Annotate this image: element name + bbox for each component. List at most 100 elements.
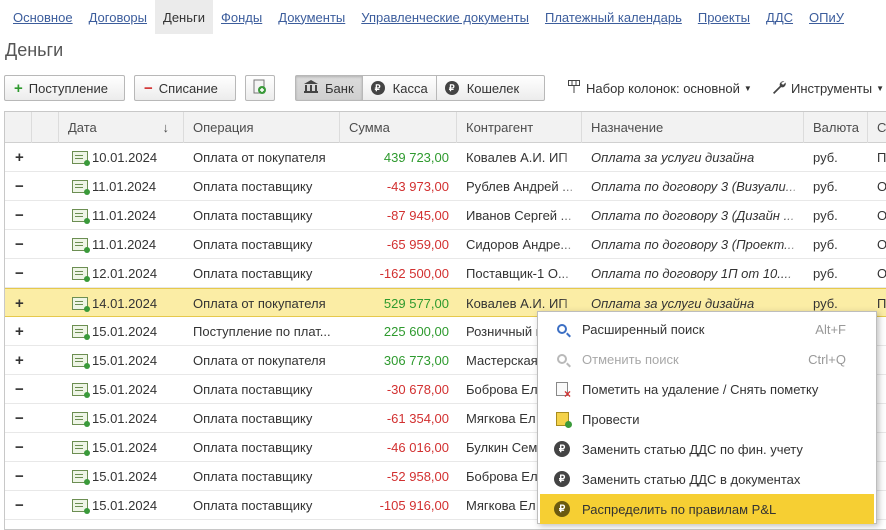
- cell-date: 15.01.2024: [92, 497, 158, 513]
- section-nav: Основное Договоры Деньги Фонды Документы…: [0, 0, 886, 34]
- wrench-icon: [772, 80, 786, 97]
- table-row[interactable]: −11.01.2024 Оплата поставщику -65 959,00 Си…: [5, 230, 886, 259]
- menu-item-replace-dds-fin[interactable]: ₽ Заменить статью ДДС по фин. учету: [538, 434, 876, 464]
- tab-cash[interactable]: ₽ Касса: [363, 76, 437, 100]
- menu-item-shortcut: Ctrl+Q: [808, 351, 846, 367]
- cell-date: 11.01.2024: [92, 207, 157, 223]
- toolbar: + Поступление − Списание Банк ₽ Касса ₽ …: [0, 75, 886, 101]
- cell-operation: Оплата поставщику: [193, 236, 313, 252]
- expense-sign-icon: −: [15, 235, 24, 253]
- header-date[interactable]: Дата ↓: [59, 112, 184, 143]
- nav-item-documents[interactable]: Документы: [270, 0, 353, 34]
- menu-item-replace-dds-docs[interactable]: ₽ Заменить статью ДДС в документах: [538, 464, 876, 494]
- text-fade: [560, 230, 582, 258]
- cell-operation: Оплата поставщику: [193, 439, 313, 455]
- header-date-label: Дата: [68, 120, 97, 135]
- create-copy-button[interactable]: [245, 75, 275, 101]
- cell-status: О: [868, 259, 886, 287]
- text-fade: [560, 201, 582, 229]
- nav-item-projects[interactable]: Проекты: [690, 0, 758, 34]
- cell-currency: руб.: [813, 236, 838, 252]
- menu-item-label: Расширенный поиск: [582, 321, 705, 337]
- table-row[interactable]: +10.01.2024 Оплата от покупателя 439 723,0…: [5, 143, 886, 172]
- ruble-coin-icon: ₽: [444, 81, 459, 95]
- header-currency[interactable]: Валюта: [804, 112, 868, 143]
- nav-item-opiu[interactable]: ОПиУ: [801, 0, 852, 34]
- menu-item-advanced-search[interactable]: Расширенный поиск Alt+F: [538, 314, 876, 344]
- tools-label: Инструменты: [791, 80, 873, 96]
- add-expense-button[interactable]: − Списание: [134, 75, 236, 101]
- text-fade: [560, 172, 582, 200]
- tab-wallet[interactable]: ₽ Кошелек: [437, 76, 544, 100]
- cell-operation: Оплата от покупателя: [193, 149, 326, 165]
- text-fade: [560, 143, 582, 171]
- cell-amount: -30 678,00: [386, 381, 449, 397]
- cell-operation: Оплата поставщику: [193, 497, 313, 513]
- cancel-search-icon: [554, 351, 570, 367]
- cell-amount: -65 959,00: [386, 236, 449, 252]
- cell-status: О: [868, 201, 886, 229]
- menu-item-cancel-search[interactable]: Отменить поиск Ctrl+Q: [538, 344, 876, 374]
- cell-date: 15.01.2024: [92, 468, 158, 484]
- nav-item-money[interactable]: Деньги: [155, 0, 214, 34]
- cell-purpose: Оплата по договору 3 (Дизайн ...: [591, 207, 795, 223]
- cell-purpose: Оплата по договору 1П от 10....: [591, 265, 792, 281]
- income-sign-icon: +: [15, 294, 24, 312]
- column-set-label: Набор колонок: основной: [586, 80, 740, 96]
- cell-date: 15.01.2024: [92, 323, 158, 339]
- cell-date: 12.01.2024: [92, 265, 158, 281]
- cell-amount: -87 945,00: [386, 207, 449, 223]
- tab-bank[interactable]: Банк: [296, 76, 363, 100]
- ruble-coin-icon: ₽: [554, 441, 570, 457]
- expense-sign-icon: −: [15, 409, 24, 427]
- cell-operation: Оплата поставщику: [193, 265, 313, 281]
- cell-operation: Оплата поставщику: [193, 410, 313, 426]
- menu-item-mark-delete[interactable]: Пометить на удаление / Снять пометку: [538, 374, 876, 404]
- cell-date: 15.01.2024: [92, 352, 158, 368]
- expense-sign-icon: −: [15, 206, 24, 224]
- context-menu: Расширенный поиск Alt+F Отменить поиск C…: [537, 311, 877, 524]
- table-row[interactable]: −11.01.2024 Оплата поставщику -87 945,00 Ив…: [5, 201, 886, 230]
- cell-amount: 306 773,00: [383, 352, 449, 368]
- expense-sign-icon: −: [15, 496, 24, 514]
- cell-purpose: Оплата за услуги дизайна: [591, 149, 755, 165]
- nav-item-main[interactable]: Основное: [0, 0, 81, 34]
- menu-item-label: Заменить статью ДДС в документах: [582, 471, 801, 487]
- header-purpose[interactable]: Назначение: [582, 112, 804, 143]
- columns-icon: [568, 80, 580, 96]
- cell-amount: -105 916,00: [379, 497, 449, 513]
- menu-item-label: Распределить по правилам P&L: [582, 501, 777, 517]
- add-expense-label: Списание: [158, 80, 218, 96]
- table-row[interactable]: −11.01.2024 Оплата поставщику -43 973,00 Ру…: [5, 172, 886, 201]
- cell-amount: -46 016,00: [386, 439, 449, 455]
- ruble-coin-icon: ₽: [554, 471, 570, 487]
- nav-item-funds[interactable]: Фонды: [213, 0, 270, 34]
- header-sign: [5, 112, 32, 143]
- menu-item-distribute-pl[interactable]: ₽ Распределить по правилам P&L: [540, 494, 874, 524]
- text-fade: [782, 259, 804, 287]
- nav-item-dds[interactable]: ДДС: [758, 0, 801, 34]
- cell-date: 14.01.2024: [92, 295, 158, 311]
- nav-item-payment-calendar[interactable]: Платежный календарь: [537, 0, 690, 34]
- plus-icon: +: [14, 79, 23, 97]
- menu-item-label: Пометить на удаление / Снять пометку: [582, 381, 819, 397]
- tab-wallet-label: Кошелек: [466, 80, 520, 96]
- header-amount[interactable]: Сумма: [340, 112, 457, 143]
- add-income-button[interactable]: + Поступление: [4, 75, 125, 101]
- table-row[interactable]: −12.01.2024 Оплата поставщику -162 500,00 П…: [5, 259, 886, 288]
- nav-item-management-docs[interactable]: Управленческие документы: [353, 0, 537, 34]
- sort-arrow-icon: ↓: [162, 120, 170, 135]
- header-operation[interactable]: Операция: [184, 112, 340, 143]
- header-counterparty[interactable]: Контрагент: [457, 112, 582, 143]
- tools-dropdown[interactable]: Инструменты ▼: [772, 75, 884, 101]
- cell-date: 15.01.2024: [92, 439, 158, 455]
- cell-amount: -43 973,00: [386, 178, 449, 194]
- income-sign-icon: +: [15, 351, 24, 369]
- menu-item-post[interactable]: Провести: [538, 404, 876, 434]
- header-status[interactable]: Ст: [868, 112, 886, 143]
- cell-purpose: Оплата по договору 3 (Проект...: [591, 236, 795, 252]
- column-set-dropdown[interactable]: Набор колонок: основной ▼: [568, 75, 752, 101]
- table-header: Дата ↓ Операция Сумма Контрагент Назначе…: [5, 112, 886, 143]
- cell-operation: Оплата поставщику: [193, 207, 313, 223]
- nav-item-contracts[interactable]: Договоры: [81, 0, 155, 34]
